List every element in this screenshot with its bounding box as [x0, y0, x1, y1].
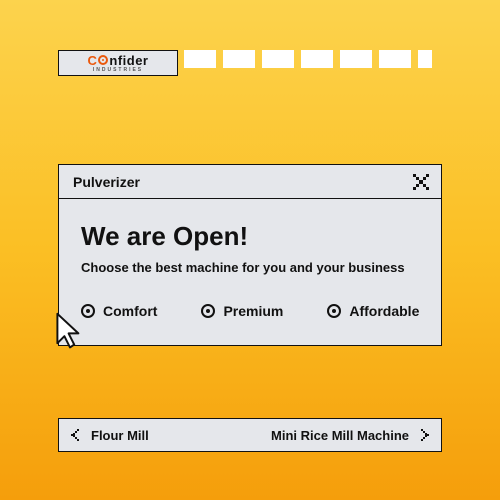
subheading: Choose the best machine for you and your… [81, 260, 419, 275]
top-bar: C nfider INDUSTRIES [58, 50, 442, 76]
pager-prev-label: Flour Mill [91, 428, 149, 443]
logo-prefix: C [87, 54, 97, 67]
option-affordable[interactable]: Affordable [327, 303, 419, 319]
pager-next-label: Mini Rice Mill Machine [271, 428, 409, 443]
option-label: Comfort [103, 303, 157, 319]
option-comfort[interactable]: Comfort [81, 303, 157, 319]
option-label: Premium [223, 303, 283, 319]
brand-logo: C nfider INDUSTRIES [58, 50, 178, 76]
titlebar: Pulverizer [59, 165, 441, 199]
radio-icon [201, 304, 215, 318]
window-title: Pulverizer [73, 174, 140, 190]
logo-suffix: nfider [109, 54, 148, 67]
target-icon [98, 55, 108, 65]
chevron-right-icon [417, 428, 431, 442]
heading: We are Open! [81, 221, 419, 252]
logo-subtext: INDUSTRIES [93, 68, 143, 73]
radio-icon [327, 304, 341, 318]
loader-ticks [184, 50, 432, 76]
option-row: Comfort Premium Affordable [81, 303, 419, 319]
option-premium[interactable]: Premium [201, 303, 283, 319]
dialog-window: Pulverizer We are Open! Choose the best … [58, 164, 442, 346]
window-body: We are Open! Choose the best machine for… [59, 199, 441, 345]
radio-icon [81, 304, 95, 318]
close-icon[interactable] [411, 172, 431, 192]
pager-next[interactable]: Mini Rice Mill Machine [271, 428, 431, 443]
option-label: Affordable [349, 303, 419, 319]
pager-bar: Flour Mill Mini Rice Mill Machine [58, 418, 442, 452]
pager-prev[interactable]: Flour Mill [69, 428, 149, 443]
chevron-left-icon [69, 428, 83, 442]
